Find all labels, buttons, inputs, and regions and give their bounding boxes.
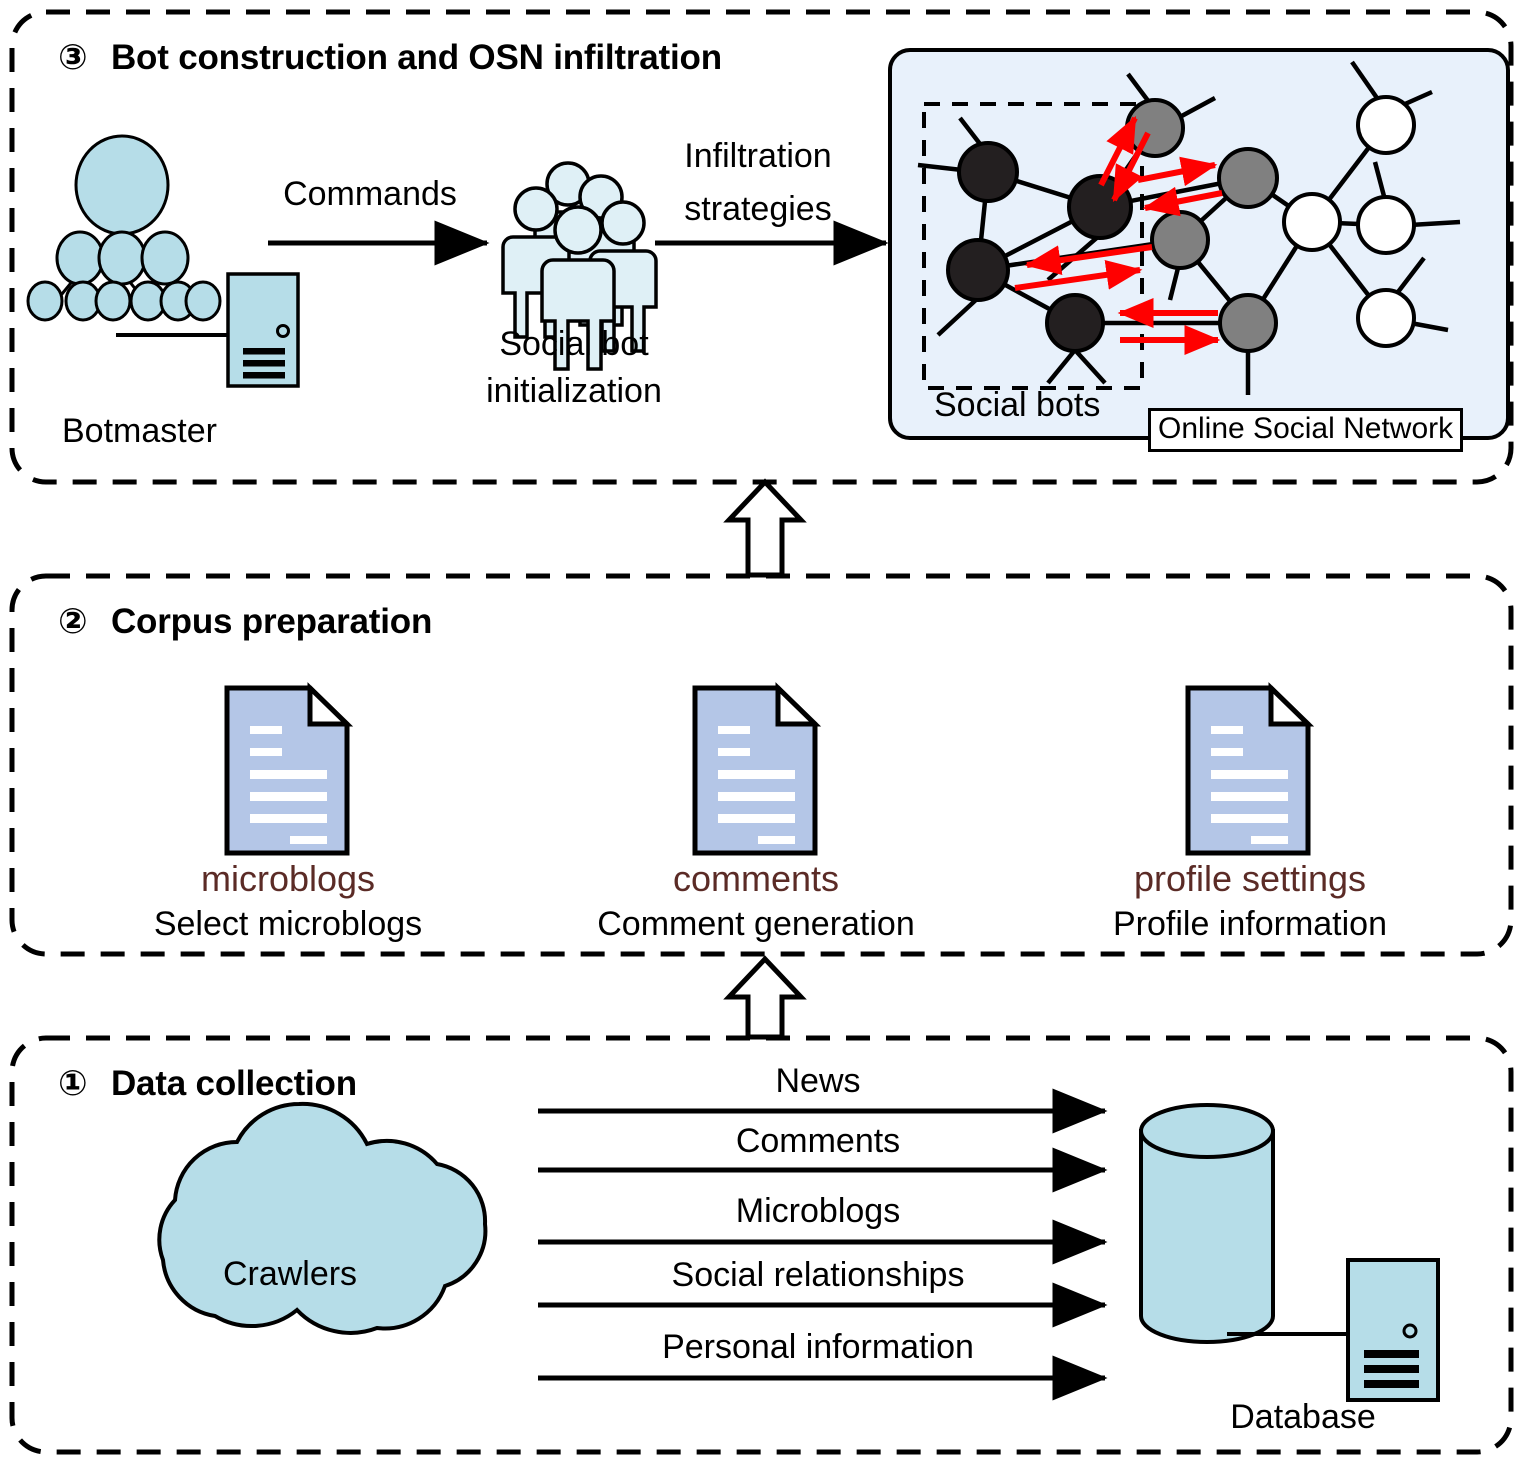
doc-caption-comment-generation: Comment generation: [597, 905, 915, 943]
flow-label-social-relationships: Social relationships: [671, 1256, 965, 1294]
doc-name-profile-settings: profile settings: [1133, 858, 1367, 899]
panel-1-title-text: Data collection: [110, 1064, 357, 1103]
doc-name-comments: comments: [672, 858, 840, 899]
document-icon-comments: [692, 682, 822, 856]
doc-name-microblogs: microblogs: [200, 858, 376, 899]
database-label: Database: [1230, 1398, 1376, 1436]
panel-2-title: ② Corpus preparation: [58, 602, 432, 642]
node-infiltrated-user: [1150, 210, 1210, 270]
crawlers-cloud-icon: [157, 1101, 488, 1335]
node-normal-user: [1356, 288, 1416, 348]
flow-label-news: News: [775, 1062, 861, 1100]
node-social-bot: [946, 238, 1010, 302]
panel-3-title: ③ Bot construction and OSN infiltration: [58, 38, 722, 78]
database-cylinder-icon: [1139, 1103, 1275, 1344]
panel-3-number: ③: [58, 38, 88, 77]
social-bots-label: Social bots: [934, 386, 1101, 424]
botmaster-tree-icon: [26, 134, 222, 322]
panel-3-title-text: Bot construction and OSN infiltration: [110, 38, 722, 77]
botmaster-label: Botmaster: [62, 412, 217, 450]
flow-label-personal-information: Personal information: [662, 1328, 974, 1366]
node-infiltrated-user: [1218, 293, 1278, 353]
node-normal-user: [1356, 95, 1416, 155]
node-infiltrated-user: [1217, 147, 1279, 209]
node-normal-user: [1282, 192, 1342, 252]
crawlers-label: Crawlers: [222, 1255, 358, 1293]
panel-1-number: ①: [58, 1064, 88, 1103]
connector-corpus-to-bot: [723, 478, 807, 578]
node-social-bot: [1045, 293, 1105, 353]
node-social-bot: [957, 141, 1019, 203]
doc-caption-select-microblogs: Select microblogs: [153, 905, 423, 943]
node-infiltrated-user: [1125, 98, 1185, 158]
node-normal-user: [1356, 195, 1416, 255]
panel-2-title-text: Corpus preparation: [110, 602, 433, 641]
commands-arrow-label: Commands: [283, 175, 457, 213]
infiltration-strategies-label-line2: strategies: [684, 190, 832, 228]
social-bot-initialization-label-line1: Social bot: [499, 325, 649, 363]
document-icon-profile-settings: [1185, 682, 1315, 856]
infiltration-strategies-label-line1: Infiltration: [684, 137, 832, 175]
diagram-canvas: ③ Bot construction and OSN infiltration …: [0, 0, 1523, 1466]
panel-1-title: ① Data collection: [58, 1064, 357, 1104]
panel-2-number: ②: [58, 602, 88, 641]
flow-label-comments: Comments: [735, 1122, 901, 1160]
document-icon-microblogs: [224, 682, 354, 856]
social-bot-initialization-label-line2: initialization: [486, 372, 662, 410]
doc-caption-profile-information: Profile information: [1112, 905, 1388, 943]
connector-data-to-corpus: [723, 955, 807, 1040]
flow-label-microblogs: Microblogs: [735, 1192, 901, 1230]
online-social-network-label: Online Social Network: [1148, 408, 1464, 452]
